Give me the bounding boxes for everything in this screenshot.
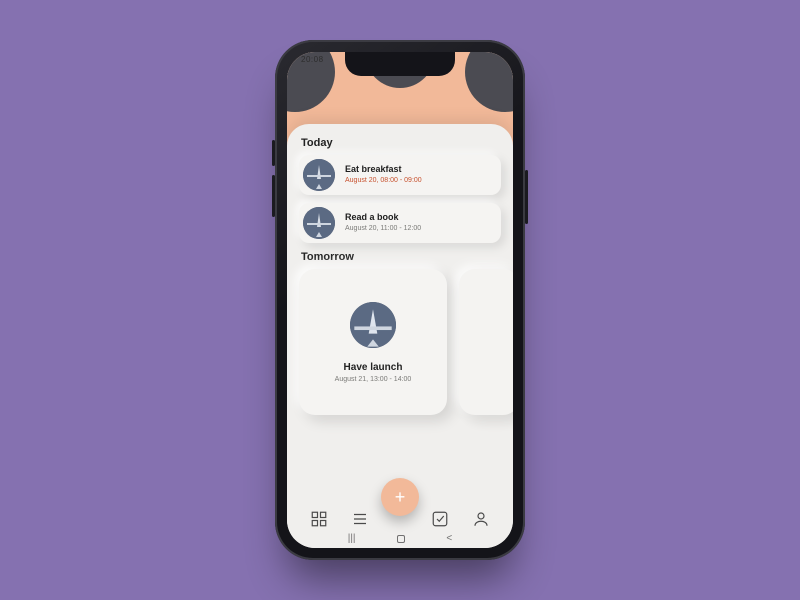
volume-up-button[interactable] xyxy=(272,140,275,166)
phone-notch xyxy=(345,52,455,76)
nav-grid-icon[interactable] xyxy=(310,510,328,528)
app-body: Today Eat breakfast August 20, 08:00 - 0… xyxy=(287,52,513,548)
nav-check-icon[interactable] xyxy=(431,510,449,528)
airplane-icon xyxy=(303,159,335,191)
nav-profile-icon[interactable] xyxy=(472,510,490,528)
android-back-icon[interactable]: < xyxy=(446,533,452,544)
task-card[interactable]: Read a book August 20, 11:00 - 12:00 xyxy=(299,203,501,243)
task-text: Read a book August 20, 11:00 - 12:00 xyxy=(345,213,421,233)
tomorrow-thumbnail xyxy=(350,302,396,348)
phone-frame: 20:08 Today xyxy=(275,40,525,560)
task-time: August 20, 11:00 - 12:00 xyxy=(345,225,421,233)
power-button[interactable] xyxy=(525,170,528,224)
tomorrow-carousel[interactable]: Have launch August 21, 13:00 - 14:00 xyxy=(299,269,501,415)
task-title: Read a book xyxy=(345,213,421,223)
add-task-fab[interactable]: + xyxy=(381,478,419,516)
phone-screen: 20:08 Today xyxy=(287,52,513,548)
android-softkeys: ||| < xyxy=(287,533,513,544)
tomorrow-card-peek[interactable] xyxy=(459,269,513,415)
plus-icon: + xyxy=(395,487,406,508)
airplane-icon xyxy=(350,302,396,348)
tomorrow-title: Have launch xyxy=(344,362,403,373)
task-title: Eat breakfast xyxy=(345,165,422,175)
tomorrow-card[interactable]: Have launch August 21, 13:00 - 14:00 xyxy=(299,269,447,415)
section-title-today: Today xyxy=(301,137,499,149)
tomorrow-time: August 21, 13:00 - 14:00 xyxy=(335,376,412,383)
nav-list-icon[interactable] xyxy=(351,510,369,528)
task-text: Eat breakfast August 20, 08:00 - 09:00 xyxy=(345,165,422,185)
airplane-icon xyxy=(303,207,335,239)
status-time: 20:08 xyxy=(301,55,324,64)
android-home-icon[interactable] xyxy=(397,535,405,543)
task-time: August 20, 08:00 - 09:00 xyxy=(345,177,422,185)
section-title-tomorrow: Tomorrow xyxy=(301,251,499,263)
android-recent-icon[interactable]: ||| xyxy=(348,533,356,544)
task-thumbnail xyxy=(303,159,335,191)
task-thumbnail xyxy=(303,207,335,239)
task-card[interactable]: Eat breakfast August 20, 08:00 - 09:00 xyxy=(299,155,501,195)
volume-down-button[interactable] xyxy=(272,175,275,217)
